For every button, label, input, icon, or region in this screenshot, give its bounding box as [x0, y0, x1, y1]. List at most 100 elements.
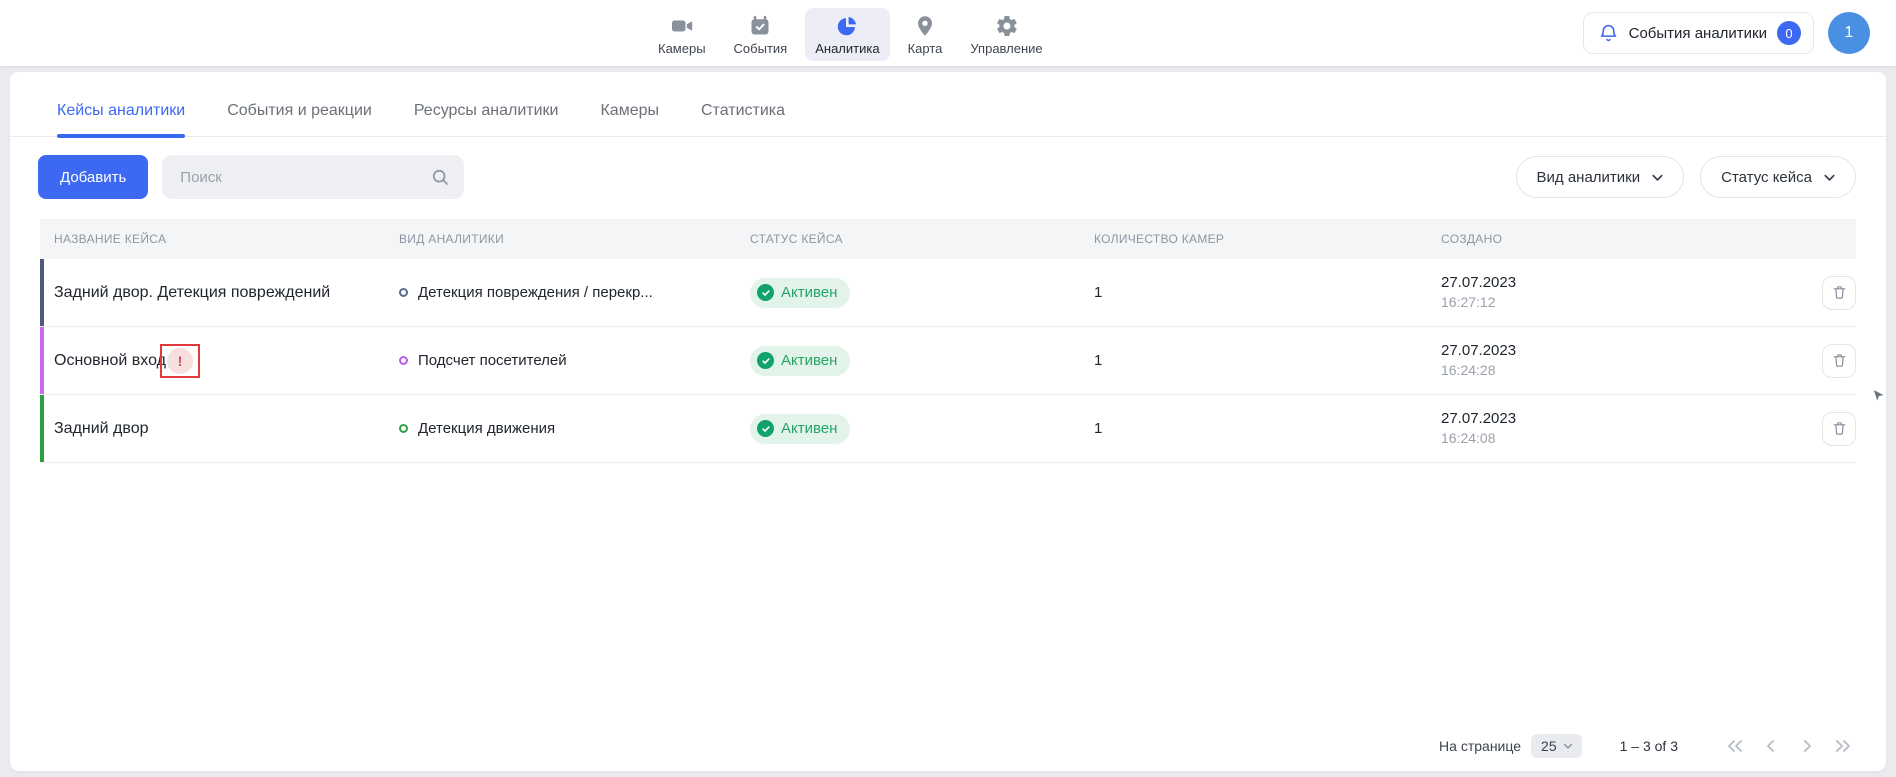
- trash-icon: [1831, 284, 1848, 301]
- table-row[interactable]: Основной вход ! Подсчет посетителей: [40, 327, 1856, 395]
- column-header-name: НАЗВАНИЕ КЕЙСА: [40, 232, 399, 246]
- analytics-type-filter[interactable]: Вид аналитики: [1516, 156, 1685, 198]
- pie-chart-icon: [835, 14, 859, 38]
- created-time: 16:24:28: [1441, 361, 1800, 380]
- status-label: Активен: [781, 284, 837, 301]
- analytics-type-icon: [399, 356, 408, 365]
- table-row[interactable]: Задний двор Детекция движения Активен: [40, 395, 1856, 463]
- user-avatar[interactable]: 1: [1828, 12, 1870, 54]
- double-chevron-left-icon: [1725, 738, 1745, 754]
- column-header-camera-count: КОЛИЧЕСТВО КАМЕР: [1094, 232, 1441, 246]
- case-name: Задний двор. Детекция повреждений: [54, 284, 330, 302]
- first-page-button[interactable]: [1722, 733, 1748, 759]
- analytics-events-button[interactable]: События аналитики 0: [1583, 12, 1814, 54]
- delete-button[interactable]: [1822, 344, 1856, 378]
- table-header: НАЗВАНИЕ КЕЙСА ВИД АНАЛИТИКИ СТАТУС КЕЙС…: [40, 219, 1856, 259]
- column-header-analytics-type: ВИД АНАЛИТИКИ: [399, 232, 750, 246]
- nav-label: Аналитика: [815, 41, 879, 56]
- analytics-type-icon: [399, 288, 408, 297]
- add-button[interactable]: Добавить: [38, 155, 148, 199]
- created-cell: 27.07.2023 16:24:28: [1441, 341, 1800, 380]
- created-time: 16:27:12: [1441, 293, 1800, 312]
- search-input[interactable]: [162, 155, 464, 199]
- chevron-left-icon: [1761, 738, 1781, 754]
- pager-buttons: [1722, 733, 1856, 759]
- notifications-label: События аналитики: [1629, 25, 1767, 42]
- column-header-status: СТАТУС КЕЙСА: [750, 232, 1094, 246]
- row-accent-bar: [40, 395, 44, 462]
- warning-icon: !: [167, 348, 193, 374]
- per-page-label: На странице: [1439, 738, 1521, 754]
- calendar-icon: [748, 14, 772, 38]
- check-icon: [757, 352, 774, 369]
- created-date: 27.07.2023: [1441, 409, 1800, 429]
- analytics-type-label: Детекция движения: [418, 420, 555, 437]
- nav-label: События: [734, 41, 788, 56]
- chevron-down-icon: [1822, 170, 1837, 185]
- case-name: Основной вход: [54, 352, 166, 370]
- tab-statistics[interactable]: Статистика: [701, 102, 785, 136]
- last-page-button[interactable]: [1830, 733, 1856, 759]
- notifications-count-badge: 0: [1777, 21, 1801, 45]
- camera-count: 1: [1094, 352, 1441, 369]
- nav-item-map[interactable]: Карта: [898, 8, 953, 61]
- tab-analytics-resources[interactable]: Ресурсы аналитики: [414, 102, 559, 136]
- tab-events-reactions[interactable]: События и реакции: [227, 102, 372, 136]
- delete-button[interactable]: [1822, 276, 1856, 310]
- pagination-bar: На странице 25 1 – 3 of 3: [1439, 733, 1856, 759]
- status-label: Активен: [781, 420, 837, 437]
- bell-icon: [1598, 23, 1619, 44]
- next-page-button[interactable]: [1794, 733, 1820, 759]
- nav-item-management[interactable]: Управление: [960, 8, 1052, 61]
- case-name: Задний двор: [54, 420, 149, 438]
- nav-item-cameras[interactable]: Камеры: [648, 8, 716, 61]
- page-range-label: 1 – 3 of 3: [1620, 738, 1678, 754]
- nav-label: Камеры: [658, 41, 706, 56]
- delete-button[interactable]: [1822, 412, 1856, 446]
- nav-label: Управление: [970, 41, 1042, 56]
- nav-item-events[interactable]: События: [724, 8, 798, 61]
- toolbar: Добавить Вид аналитики Статус кейса: [10, 137, 1886, 199]
- analytics-type-label: Подсчет посетителей: [418, 352, 567, 369]
- created-date: 27.07.2023: [1441, 273, 1800, 293]
- app-header: Камеры События Аналитика Карта Управлени…: [0, 0, 1896, 66]
- table-row[interactable]: Задний двор. Детекция повреждений Детекц…: [40, 259, 1856, 327]
- column-header-created: СОЗДАНО: [1441, 232, 1800, 246]
- camera-icon: [670, 14, 694, 38]
- chevron-down-icon: [1650, 170, 1665, 185]
- chevron-right-icon: [1797, 738, 1817, 754]
- filter-label: Статус кейса: [1721, 169, 1812, 186]
- per-page-select[interactable]: 25: [1531, 734, 1582, 758]
- filter-label: Вид аналитики: [1537, 169, 1641, 186]
- camera-count: 1: [1094, 284, 1441, 301]
- analytics-cases-panel: Кейсы аналитики События и реакции Ресурс…: [10, 72, 1886, 771]
- nav-item-analytics[interactable]: Аналитика: [805, 8, 889, 61]
- camera-count: 1: [1094, 420, 1441, 437]
- analytics-type-label: Детекция повреждения / перекр...: [418, 284, 653, 301]
- check-icon: [757, 420, 774, 437]
- status-badge: Активен: [750, 346, 850, 376]
- case-status-filter[interactable]: Статус кейса: [1700, 156, 1856, 198]
- section-tabs: Кейсы аналитики События и реакции Ресурс…: [10, 72, 1886, 137]
- created-time: 16:24:08: [1441, 429, 1800, 448]
- cases-table: НАЗВАНИЕ КЕЙСА ВИД АНАЛИТИКИ СТАТУС КЕЙС…: [40, 219, 1856, 463]
- nav-label: Карта: [908, 41, 943, 56]
- double-chevron-right-icon: [1833, 738, 1853, 754]
- created-cell: 27.07.2023 16:24:08: [1441, 409, 1800, 448]
- status-badge: Активен: [750, 414, 850, 444]
- row-accent-bar: [40, 259, 44, 326]
- trash-icon: [1831, 420, 1848, 437]
- trash-icon: [1831, 352, 1848, 369]
- search-icon: [430, 167, 450, 187]
- status-label: Активен: [781, 352, 837, 369]
- status-badge: Активен: [750, 278, 850, 308]
- warning-highlight-box: !: [160, 344, 200, 378]
- check-icon: [757, 284, 774, 301]
- chevron-down-icon: [1562, 740, 1574, 752]
- tab-cameras[interactable]: Камеры: [600, 102, 659, 136]
- search-box: [162, 155, 464, 199]
- tab-analytics-cases[interactable]: Кейсы аналитики: [57, 102, 185, 136]
- gear-icon: [995, 14, 1019, 38]
- prev-page-button[interactable]: [1758, 733, 1784, 759]
- main-navigation: Камеры События Аналитика Карта Управлени…: [648, 8, 1053, 61]
